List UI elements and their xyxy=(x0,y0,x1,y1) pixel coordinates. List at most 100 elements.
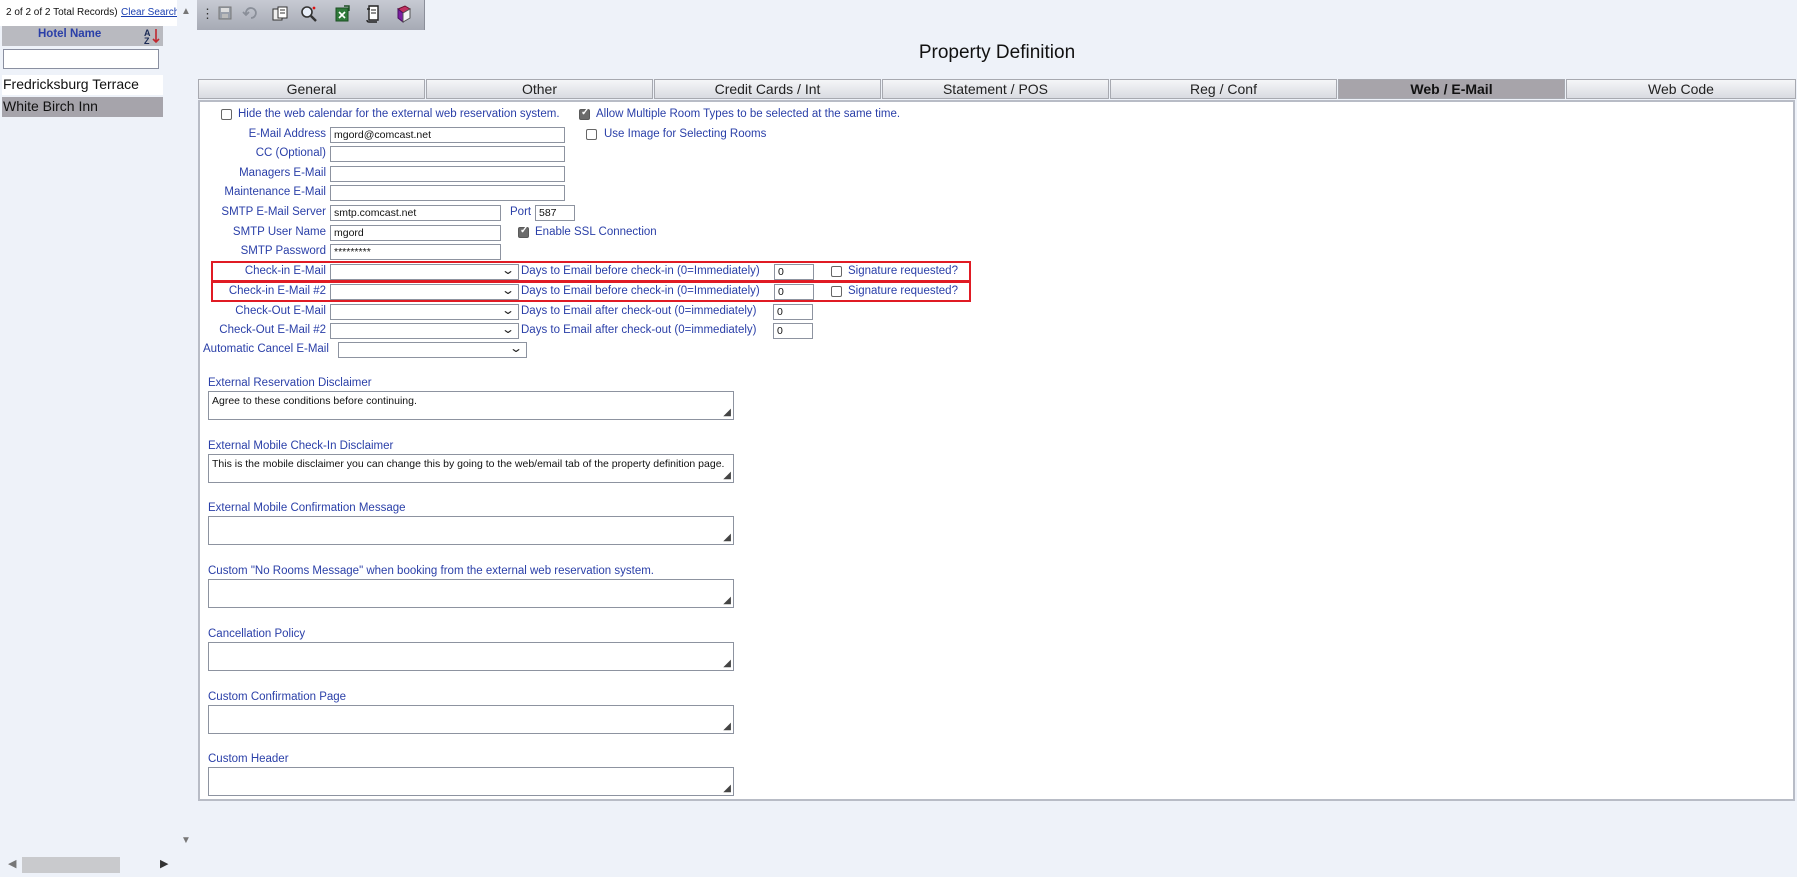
hide-web-calendar-checkbox[interactable] xyxy=(221,109,232,120)
checkout-email-select[interactable]: ⌄ xyxy=(330,303,519,320)
checkout-email-2-label: Check-Out E-Mail #2 xyxy=(219,324,326,336)
ext-mobile-checkin-disclaimer-textarea[interactable]: This is the mobile disclaimer you can ch… xyxy=(208,454,734,483)
resize-grip-icon[interactable]: ◢ xyxy=(723,532,731,543)
auto-cancel-email-select[interactable]: ⌄ xyxy=(338,341,527,358)
no-rooms-message-textarea[interactable]: ◢ xyxy=(208,579,734,608)
scrollbar-thumb[interactable] xyxy=(22,857,120,873)
custom-confirmation-page-textarea[interactable]: ◢ xyxy=(208,705,734,734)
managers-email-field[interactable] xyxy=(330,166,565,182)
horizontal-scrollbar[interactable]: ◀ ▶ xyxy=(0,855,177,877)
scroll-right-icon[interactable]: ▶ xyxy=(160,857,168,870)
checkin-email-select[interactable]: ⌄ xyxy=(330,263,519,280)
allow-multiple-room-types-checkbox[interactable] xyxy=(579,107,590,120)
checkout-days-field[interactable]: 0 xyxy=(773,304,813,320)
use-image-rooms-checkbox[interactable] xyxy=(586,129,597,140)
chevron-down-icon: ⌄ xyxy=(500,283,516,297)
cc-field[interactable] xyxy=(330,146,565,162)
checkin-email-2-select[interactable]: ⌄ xyxy=(330,283,519,300)
export-icon[interactable] xyxy=(331,5,353,25)
report-icon[interactable] xyxy=(362,5,384,25)
record-count: 2 of 2 of 2 Total Records) xyxy=(6,7,118,18)
checkin-2-signature-checkbox[interactable] xyxy=(831,286,842,297)
chevron-down-icon: ⌄ xyxy=(500,303,516,317)
hotel-list-item-selected[interactable]: White Birch Inn xyxy=(2,97,163,117)
checkin-email-2-label: Check-in E-Mail #2 xyxy=(228,285,326,297)
use-image-rooms-label: Use Image for Selecting Rooms xyxy=(604,128,767,140)
checkout-2-days-field[interactable]: 0 xyxy=(773,323,813,339)
maintenance-email-field[interactable] xyxy=(330,185,565,201)
chevron-down-icon: ⌄ xyxy=(500,322,516,336)
checkout-email-label: Check-Out E-Mail xyxy=(235,305,326,317)
ext-res-disclaimer-label: External Reservation Disclaimer xyxy=(208,377,372,389)
scroll-left-icon[interactable]: ◀ xyxy=(8,857,16,870)
records-bar: 2 of 2 of 2 Total Records) Clear Search xyxy=(0,0,177,26)
hotel-list-item[interactable]: Fredricksburg Terrace xyxy=(2,75,163,95)
checkin-2-days-label: Days to Email before check-in (0=Immedia… xyxy=(521,285,760,297)
page-title: Property Definition xyxy=(918,42,1076,63)
copy-icon[interactable] xyxy=(269,5,291,25)
scroll-up-icon[interactable]: ▲ xyxy=(181,6,191,17)
maintenance-email-label: Maintenance E-Mail xyxy=(224,186,326,198)
cc-label: CC (Optional) xyxy=(255,147,326,159)
custom-header-label: Custom Header xyxy=(208,753,289,765)
ext-res-disclaimer-textarea[interactable]: Agree to these conditions before continu… xyxy=(208,391,734,420)
managers-email-label: Managers E-Mail xyxy=(239,167,326,179)
undo-icon[interactable] xyxy=(239,5,261,25)
resize-grip-icon[interactable]: ◢ xyxy=(723,721,731,732)
scroll-down-icon[interactable]: ▼ xyxy=(181,835,191,846)
tab-statement-pos[interactable]: Statement / POS xyxy=(882,79,1109,99)
email-address-field[interactable]: mgord@comcast.net xyxy=(330,127,565,143)
tab-credit-cards[interactable]: Credit Cards / Int xyxy=(654,79,881,99)
save-icon[interactable] xyxy=(214,5,236,25)
enable-ssl-checkbox[interactable] xyxy=(518,225,529,238)
hotel-name: White Birch Inn xyxy=(3,98,98,114)
search-icon[interactable] xyxy=(298,5,320,25)
hide-web-calendar-label: Hide the web calendar for the external w… xyxy=(238,108,560,120)
tab-web-code[interactable]: Web Code xyxy=(1566,79,1796,99)
tab-web-email[interactable]: Web / E-Mail xyxy=(1338,79,1565,99)
help-book-icon[interactable] xyxy=(393,5,415,25)
checkout-email-2-select[interactable]: ⌄ xyxy=(330,322,519,339)
ext-mobile-confirmation-textarea[interactable]: ◢ xyxy=(208,516,734,545)
resize-grip-icon[interactable]: ◢ xyxy=(723,407,731,418)
hotel-search-input[interactable] xyxy=(3,49,159,69)
checkin-signature-label: Signature requested? xyxy=(848,265,958,277)
chevron-down-icon: ⌄ xyxy=(508,341,524,355)
smtp-password-field[interactable]: ********* xyxy=(330,244,501,260)
port-field[interactable]: 587 xyxy=(535,205,575,221)
checkin-signature-checkbox[interactable] xyxy=(831,266,842,277)
ext-res-disclaimer-text: Agree to these conditions before continu… xyxy=(212,395,417,407)
tab-bar: General Other Credit Cards / Int Stateme… xyxy=(198,79,1796,100)
custom-confirmation-page-label: Custom Confirmation Page xyxy=(208,691,347,703)
port-label: Port xyxy=(510,206,532,218)
tab-reg-conf[interactable]: Reg / Conf xyxy=(1110,79,1337,99)
resize-grip-icon[interactable]: ◢ xyxy=(723,595,731,606)
tab-other[interactable]: Other xyxy=(426,79,653,99)
email-address-label: E-Mail Address xyxy=(248,128,326,140)
cancellation-policy-textarea[interactable]: ◢ xyxy=(208,642,734,671)
ext-mobile-checkin-disclaimer-label: External Mobile Check-In Disclaimer xyxy=(208,440,394,452)
hotel-name-column-header[interactable]: Hotel Name AZ xyxy=(2,26,163,46)
checkin-days-field[interactable]: 0 xyxy=(774,264,814,280)
toolbar-grip-icon[interactable]: ⋮ xyxy=(201,6,214,22)
vertical-scrollbar[interactable]: ▲ ▼ xyxy=(177,0,197,855)
smtp-user-label: SMTP User Name xyxy=(232,226,326,238)
smtp-server-field[interactable]: smtp.comcast.net xyxy=(330,205,501,221)
tab-general[interactable]: General xyxy=(198,79,425,99)
auto-cancel-email-label: Automatic Cancel E-Mail xyxy=(203,343,329,355)
checkout-days-label: Days to Email after check-out (0=immedia… xyxy=(521,305,757,317)
clear-search-link[interactable]: Clear Search xyxy=(121,7,177,18)
column-header-label: Hotel Name xyxy=(38,28,102,40)
resize-grip-icon[interactable]: ◢ xyxy=(723,783,731,794)
checkin-days-label: Days to Email before check-in (0=Immedia… xyxy=(521,265,760,277)
resize-grip-icon[interactable]: ◢ xyxy=(723,658,731,669)
smtp-user-field[interactable]: mgord xyxy=(330,225,501,241)
custom-header-textarea[interactable]: ◢ xyxy=(208,767,734,796)
checkin-2-signature-label: Signature requested? xyxy=(848,285,958,297)
ext-mobile-checkin-disclaimer-text: This is the mobile disclaimer you can ch… xyxy=(212,458,725,470)
allow-multiple-room-types-label: Allow Multiple Room Types to be selected… xyxy=(596,108,901,120)
sort-az-icon[interactable]: AZ xyxy=(144,27,161,46)
resize-grip-icon[interactable]: ◢ xyxy=(723,470,731,481)
checkin-2-days-field[interactable]: 0 xyxy=(774,284,814,300)
record-list-pane xyxy=(0,0,197,877)
